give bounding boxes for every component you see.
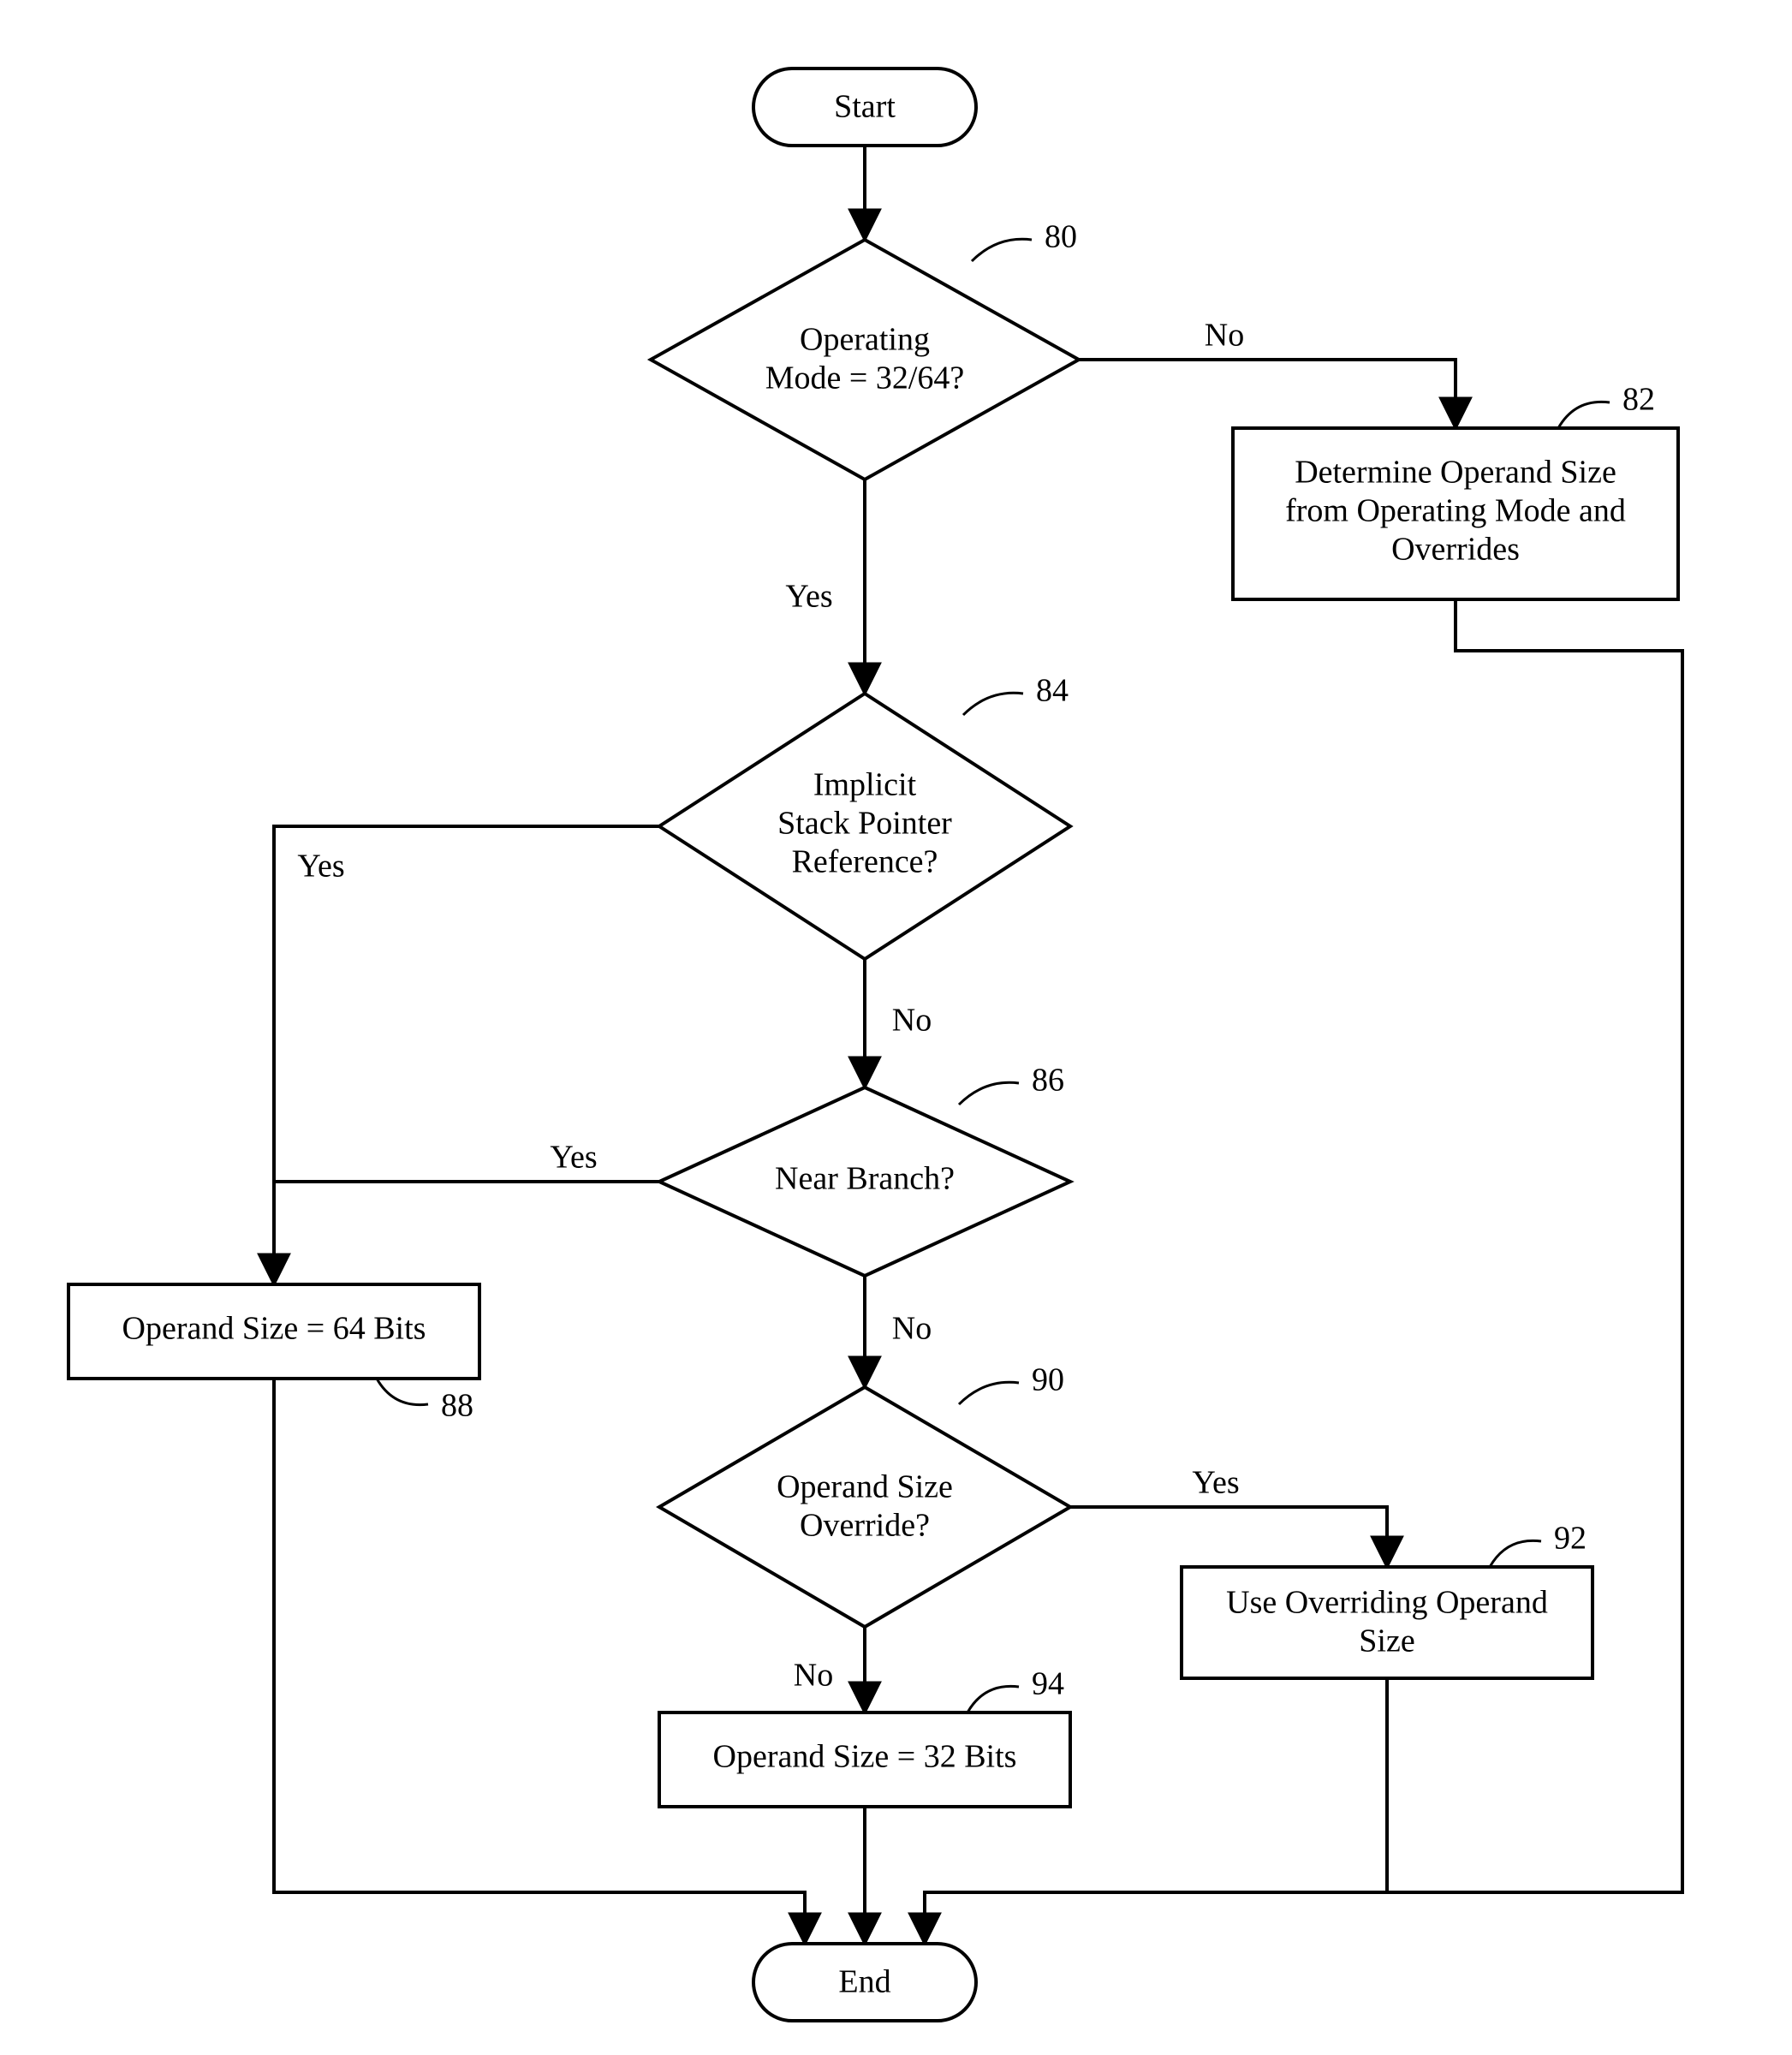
edge-d84-p88	[274, 826, 659, 1284]
p92-ref: 92	[1554, 1521, 1587, 1557]
edge-p88-end	[274, 1379, 805, 1944]
d90-line1: Operand Size	[777, 1469, 953, 1505]
d80-ref: 80	[1045, 219, 1077, 255]
d90-line2: Override?	[800, 1508, 930, 1544]
d90-ref: 90	[1032, 1362, 1064, 1398]
edge-d90-p92	[1070, 1507, 1387, 1567]
p94-line1: Operand Size = 32 Bits	[713, 1739, 1017, 1775]
d86-ref: 86	[1032, 1063, 1064, 1099]
edge-d86-p88	[274, 1182, 659, 1284]
edge-d84-p88-label: Yes	[297, 849, 344, 885]
decision-86: Near Branch? 86	[659, 1063, 1070, 1276]
p94-ref: 94	[1032, 1666, 1064, 1702]
edge-d90-p92-label: Yes	[1192, 1465, 1239, 1501]
d84-line1: Implicit	[813, 767, 917, 803]
edge-d80-p82	[1079, 360, 1456, 428]
start-node: Start	[753, 68, 976, 146]
decision-90: Operand Size Override? 90	[659, 1362, 1070, 1627]
d84-line3: Reference?	[792, 844, 938, 880]
edge-d86-d90-label: No	[892, 1311, 932, 1347]
d86-line1: Near Branch?	[775, 1161, 955, 1197]
p88-line1: Operand Size = 64 Bits	[122, 1311, 426, 1347]
d80-line1: Operating	[800, 322, 930, 358]
edge-d90-p94-label: No	[794, 1658, 833, 1694]
start-label: Start	[834, 89, 896, 125]
decision-84: Implicit Stack Pointer Reference? 84	[659, 673, 1070, 959]
flowchart: Yes No No Yes Yes No Yes No	[0, 0, 1792, 2055]
d80-line2: Mode = 32/64?	[765, 360, 965, 396]
p82-line2: from Operating Mode and	[1285, 493, 1626, 529]
end-node: End	[753, 1944, 976, 2021]
p92-line1: Use Overriding Operand	[1226, 1585, 1548, 1621]
edge-d86-p88-label: Yes	[550, 1140, 597, 1176]
d84-ref: 84	[1036, 673, 1069, 709]
p82-line3: Overrides	[1391, 532, 1520, 568]
p88-ref: 88	[441, 1388, 473, 1424]
p82-ref: 82	[1622, 382, 1655, 418]
end-label: End	[838, 1964, 890, 2000]
edge-d80-d84-label: Yes	[785, 579, 832, 615]
edge-d84-d86-label: No	[892, 1003, 932, 1039]
d84-line2: Stack Pointer	[777, 806, 952, 842]
p92-line2: Size	[1359, 1623, 1414, 1659]
p82-line1: Determine Operand Size	[1295, 455, 1616, 491]
edge-d80-p82-label: No	[1205, 318, 1244, 354]
decision-80: Operating Mode = 32/64? 80	[651, 219, 1079, 480]
